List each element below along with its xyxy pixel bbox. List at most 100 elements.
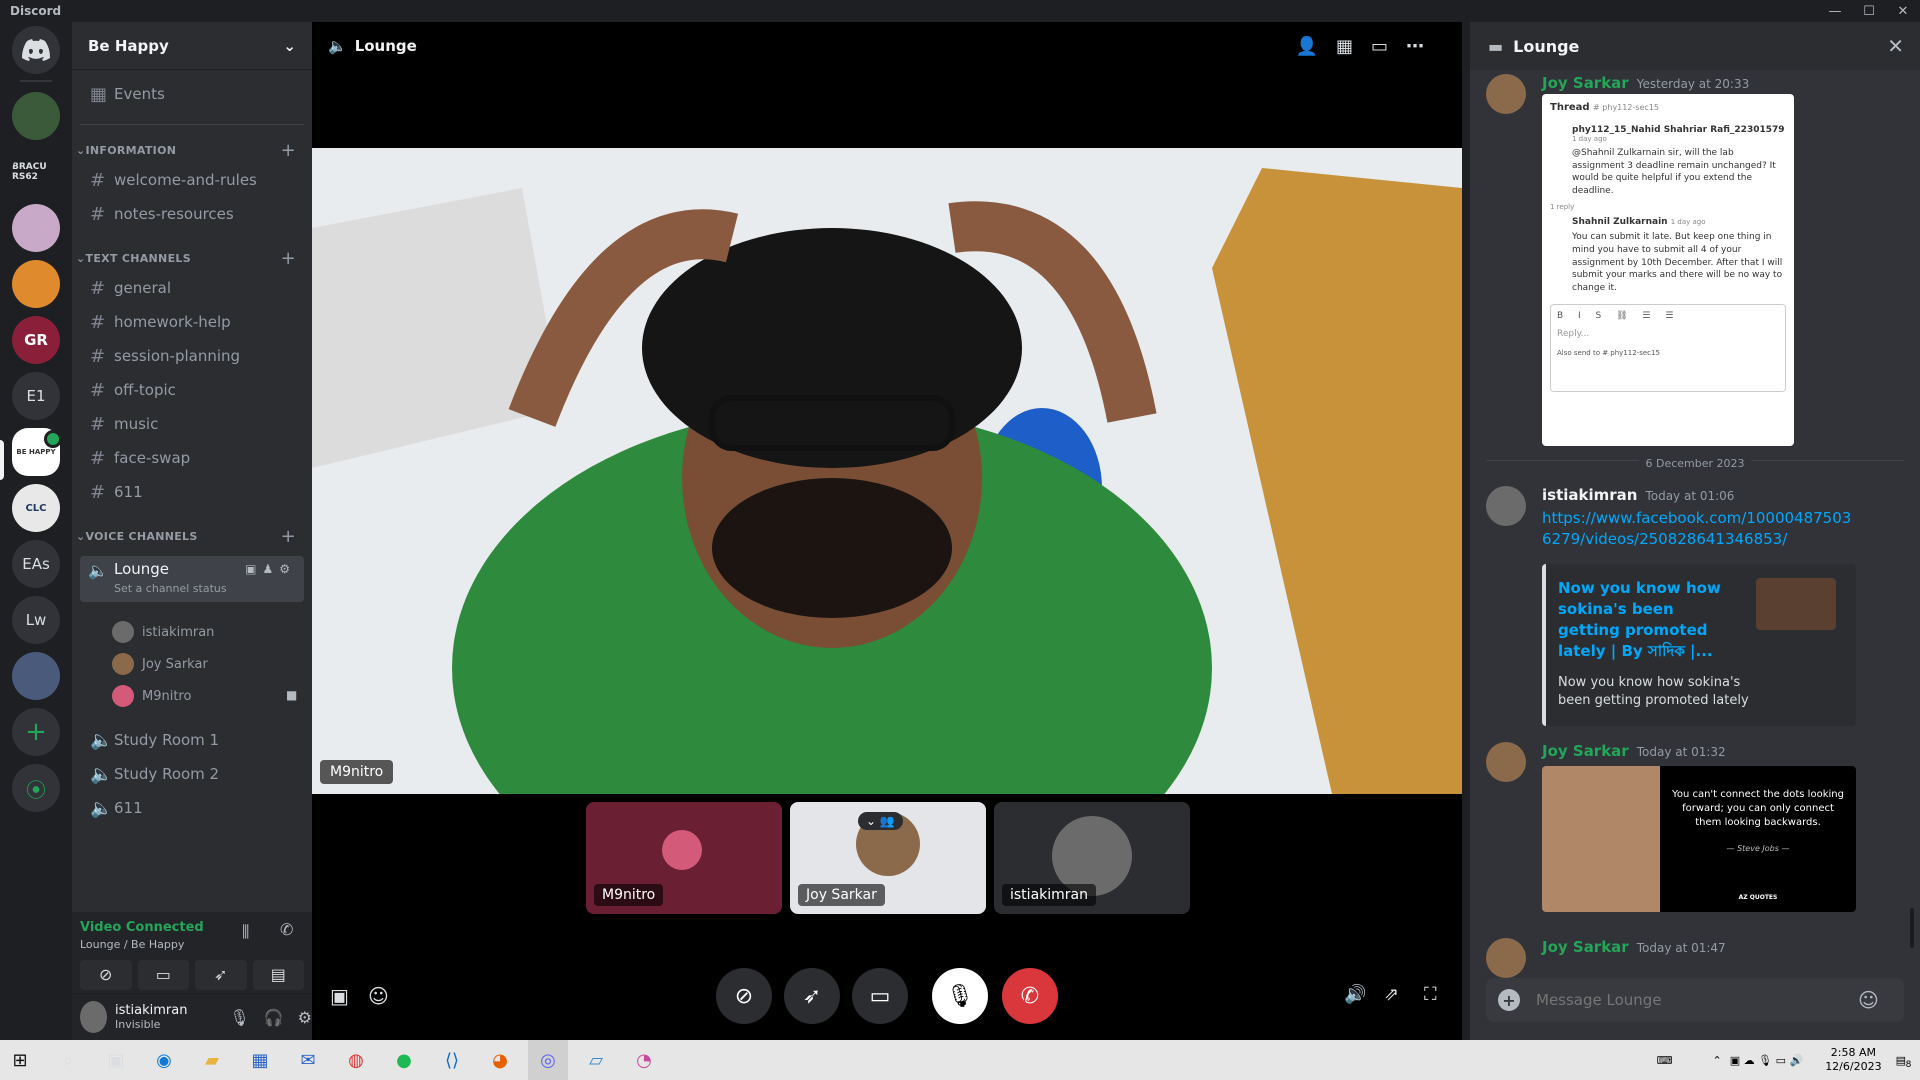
guild-icon-gr[interactable]: GR	[12, 316, 60, 364]
emoji-reaction-icon[interactable]: ☺	[368, 984, 389, 1008]
voice-channel-study-room-1[interactable]: 🔈 Study Room 1	[80, 724, 304, 756]
voice-member-joy-sarkar[interactable]: Joy Sarkar	[112, 650, 208, 678]
stage-header-actions[interactable]: 👤▦▭⋯	[1296, 36, 1442, 57]
settings-gear-icon[interactable]: ⚙	[298, 1008, 312, 1027]
keyboard-icon[interactable]: ⌨	[1657, 1054, 1673, 1067]
avatar[interactable]	[1486, 938, 1526, 978]
add-channel-icon[interactable]: +	[281, 140, 296, 161]
voice-member-istiakimran[interactable]: istiakimran	[112, 618, 214, 646]
file-explorer-icon[interactable]: ▰	[192, 1040, 232, 1080]
vscode-icon[interactable]: ⟨⟩	[432, 1040, 472, 1080]
notes-app-icon[interactable]: ▱	[576, 1040, 616, 1080]
avatar[interactable]	[1486, 74, 1526, 114]
search-icon[interactable]: ⌕	[48, 1040, 88, 1080]
channel-general[interactable]: # general	[80, 272, 304, 304]
channel-actions-icons[interactable]: ▣♟⚙	[245, 562, 296, 576]
soundboard-icon[interactable]: ▤	[252, 960, 304, 990]
screen-share-button[interactable]: ▭	[852, 968, 908, 1024]
guild-icon-onepiece[interactable]	[12, 260, 60, 308]
participant-tile-m9nitro[interactable]: M9nitro	[586, 802, 782, 914]
chevron-up-icon[interactable]: ⌃	[1713, 1054, 1722, 1067]
disconnect-icon[interactable]: ✆	[280, 920, 293, 939]
channel-welcome-and-rules[interactable]: # welcome-and-rules	[80, 164, 304, 196]
maximize-button[interactable]: ☐	[1852, 0, 1886, 22]
task-view-icon[interactable]: ▣	[96, 1040, 136, 1080]
store-icon[interactable]: ▦	[240, 1040, 280, 1080]
chrome-icon[interactable]: ◍	[336, 1040, 376, 1080]
activity-rocket-icon[interactable]: ➶	[195, 960, 247, 990]
microphone-button[interactable]: 🎙	[932, 968, 988, 1024]
volume-icon[interactable]: 🔊	[1344, 984, 1366, 1005]
explore-compass-icon[interactable]: ⦿	[12, 764, 60, 812]
noise-suppression-icon[interactable]: ⫼	[242, 922, 249, 942]
quote-image[interactable]: You can't connect the dots looking forwa…	[1542, 766, 1856, 912]
popout-icon[interactable]: ⇗	[1384, 984, 1399, 1005]
embed-thumbnail-image[interactable]	[1756, 578, 1836, 630]
leave-call-button[interactable]: ✆	[1002, 968, 1058, 1024]
spotify-icon[interactable]: ●	[384, 1040, 424, 1080]
message-link[interactable]: https://www.facebook.com/100004875036279…	[1542, 508, 1852, 550]
category-text-channels[interactable]: ⌄ TEXT CHANNELS +	[72, 248, 312, 269]
guild-icon-group[interactable]	[12, 652, 60, 700]
server-header[interactable]: Be Happy ⌄	[72, 22, 312, 70]
chat-scrollbar[interactable]	[1910, 908, 1914, 948]
embed-title[interactable]: Now you know how sokina's been getting p…	[1558, 578, 1738, 662]
activities-button[interactable]: ➶	[784, 968, 840, 1024]
camera-toggle-button[interactable]: ⊘	[716, 968, 772, 1024]
tray-icons[interactable]: ▣ ☁ 🎙 ▭ 🔊	[1730, 1054, 1803, 1067]
channel-off-topic[interactable]: # off-topic	[80, 374, 304, 406]
activity-panel-icon[interactable]: ▣	[330, 984, 349, 1008]
minimize-button[interactable]: —	[1818, 0, 1852, 22]
category-voice-channels[interactable]: ⌄ VOICE CHANNELS +	[72, 526, 312, 547]
close-window-button[interactable]: ✕	[1886, 0, 1920, 22]
microphone-icon[interactable]: 🎙	[229, 1008, 249, 1027]
discord-home-button[interactable]	[12, 26, 60, 74]
fullscreen-icon[interactable]: ⛶	[1424, 984, 1437, 1005]
events-link[interactable]: ▦ Events	[80, 78, 304, 110]
voice-channel-611[interactable]: 🔈 611	[80, 792, 304, 824]
headphones-icon[interactable]: 🎧	[264, 1008, 284, 1027]
channel-session-planning[interactable]: # session-planning	[80, 340, 304, 372]
thread-screenshot-image[interactable]: Thread # phy112-sec15 phy112_15_Nahid Sh…	[1542, 94, 1794, 446]
guild-icon-eas[interactable]: EAs	[12, 540, 60, 588]
channel-notes-resources[interactable]: # notes-resources	[80, 198, 304, 230]
message-author[interactable]: istiakimran Today at 01:06	[1542, 486, 1734, 504]
voice-channel-study-room-2[interactable]: 🔈 Study Room 2	[80, 758, 304, 790]
notifications-icon[interactable]: ▤ 8	[1896, 1054, 1912, 1070]
firefox-icon[interactable]: ◕	[480, 1040, 520, 1080]
message-author[interactable]: Joy Sarkar Today at 01:47	[1542, 938, 1726, 956]
channel-status[interactable]: Set a channel status	[114, 582, 227, 595]
tile-options-icon[interactable]: ⌄ 👥	[858, 812, 903, 830]
add-channel-icon[interactable]: +	[281, 248, 296, 269]
avatar[interactable]	[1486, 742, 1526, 782]
screenshare-icon[interactable]: ▭	[137, 960, 189, 990]
guild-icon-lw[interactable]: Lw	[12, 596, 60, 644]
mail-icon[interactable]: ✉	[288, 1040, 328, 1080]
category-information[interactable]: ⌄ INFORMATION +	[72, 140, 312, 161]
channel-611[interactable]: #611	[80, 476, 304, 508]
emoji-picker-icon[interactable]: ☺	[1858, 988, 1879, 1012]
participant-tile-joy-sarkar[interactable]: ⌄ 👥 Joy Sarkar	[790, 802, 986, 914]
channel-face-swap[interactable]: # face-swap	[80, 442, 304, 474]
connection-status[interactable]: Video Connected	[80, 920, 204, 935]
guild-icon-clc[interactable]: CLC	[12, 484, 60, 532]
message-author[interactable]: Joy Sarkar Today at 01:32	[1542, 742, 1726, 760]
clock[interactable]: 2:58 AM 12/6/2023	[1825, 1046, 1881, 1075]
main-video-feed[interactable]: M9nitro	[312, 148, 1462, 794]
discord-taskbar-icon[interactable]: ◎	[528, 1040, 568, 1080]
add-channel-icon[interactable]: +	[281, 526, 296, 547]
guild-icon-anime[interactable]	[12, 204, 60, 252]
camera-off-icon[interactable]: ⊘	[80, 960, 132, 990]
participant-tile-istiakimran[interactable]: istiakimran	[994, 802, 1190, 914]
channel-homework-help[interactable]: # homework-help	[80, 306, 304, 338]
connection-location[interactable]: Lounge / Be Happy	[80, 938, 184, 951]
user-avatar[interactable]	[80, 1001, 108, 1033]
guild-icon-bracu[interactable]: BRACU RS62	[12, 148, 60, 196]
voice-channel-lounge[interactable]: 🔈 Lounge Set a channel status ▣♟⚙	[80, 556, 304, 602]
message-author[interactable]: Joy Sarkar Yesterday at 20:33	[1542, 74, 1749, 92]
edge-browser-icon[interactable]: ◉	[144, 1040, 184, 1080]
avatar[interactable]	[1486, 486, 1526, 526]
add-server-icon[interactable]: +	[12, 708, 60, 756]
close-icon[interactable]: ✕	[1887, 34, 1904, 58]
channel-music[interactable]: # music	[80, 408, 304, 440]
